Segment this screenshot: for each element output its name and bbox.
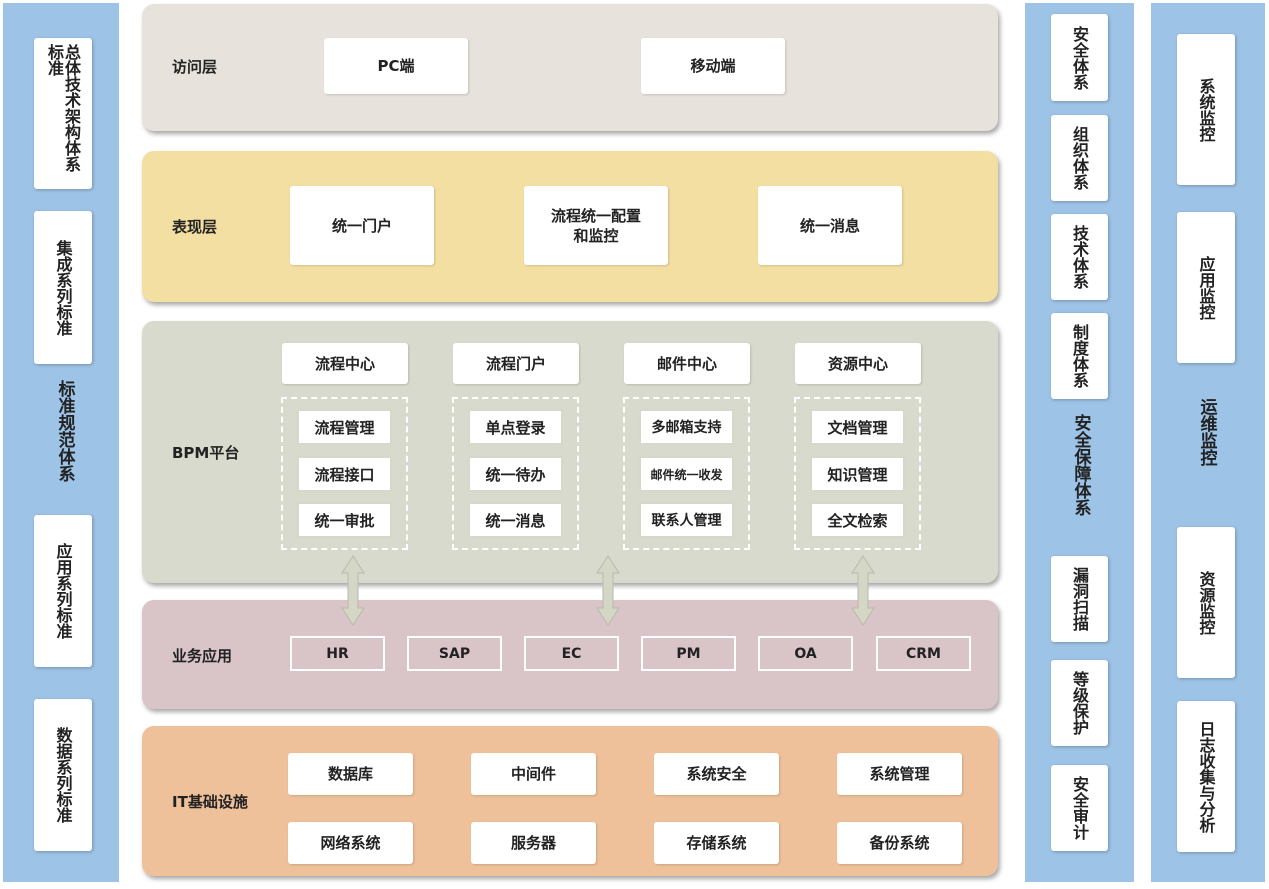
ops-item: 应用监控 [1177, 212, 1235, 363]
security-item: 等级保护 [1051, 660, 1108, 746]
double-arrow-icon [341, 555, 365, 626]
ops-item: 日志收集与分析 [1177, 701, 1235, 852]
security-item: 制度体系 [1051, 313, 1108, 399]
security-item: 技术体系 [1051, 214, 1108, 300]
security-item: 安全审计 [1051, 765, 1108, 851]
double-arrow-icon [596, 555, 620, 626]
ops-item: 资源监控 [1177, 527, 1235, 678]
security-item: 安全体系 [1051, 14, 1108, 101]
security-item: 组织体系 [1051, 115, 1108, 201]
security-title: 安全保障体系 [1070, 414, 1091, 516]
double-arrow-icon [851, 555, 875, 626]
security-item: 漏洞扫描 [1051, 556, 1108, 642]
ops-item: 系统监控 [1177, 34, 1235, 185]
ops-title: 运维监控 [1196, 398, 1217, 466]
